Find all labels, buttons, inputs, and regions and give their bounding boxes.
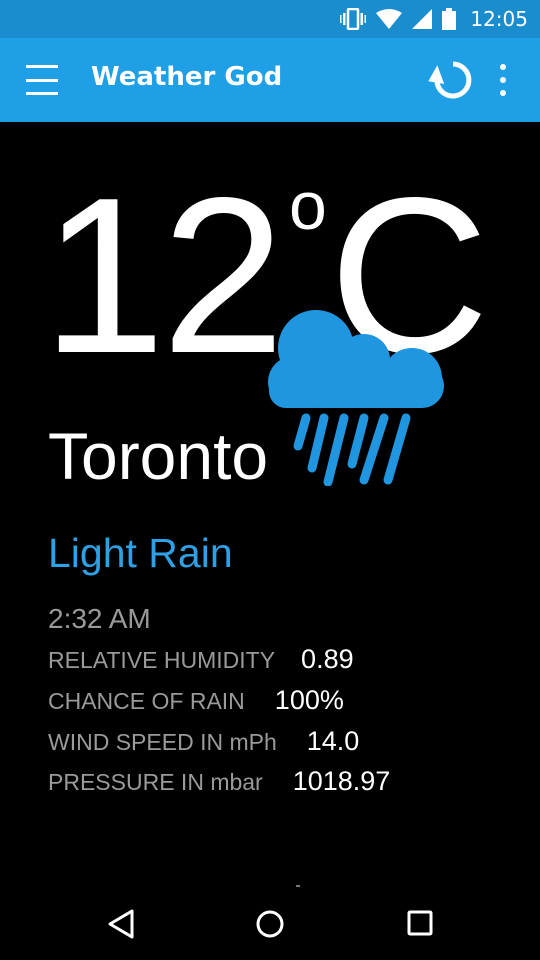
detail-row-humidity: RELATIVE HUMIDITY 0.89 <box>48 644 354 675</box>
nav-bar <box>0 888 540 960</box>
detail-value: 1018.97 <box>292 766 391 796</box>
status-icons: 12:05 <box>340 0 528 38</box>
menu-icon[interactable] <box>26 65 58 95</box>
back-icon[interactable] <box>106 908 136 940</box>
detail-row-pressure: PRESSURE IN mbar 1018.97 <box>48 766 390 797</box>
wifi-icon <box>376 9 403 29</box>
detail-label: CHANCE OF RAIN <box>48 688 245 714</box>
detail-label: PRESSURE IN mbar <box>48 769 263 795</box>
status-bar: 12:05 <box>0 0 540 38</box>
home-icon[interactable] <box>255 909 285 939</box>
temperature-value: 12 <box>42 152 285 400</box>
recents-icon[interactable] <box>407 910 433 936</box>
scroll-indicator <box>296 885 300 887</box>
detail-row-wind-speed: WIND SPEED IN mPh 14.0 <box>48 726 359 757</box>
detail-value: 14.0 <box>306 726 360 756</box>
refresh-icon[interactable] <box>425 56 475 104</box>
app-bar: Weather God <box>0 38 540 122</box>
vibrate-icon <box>340 8 367 30</box>
rain-cloud-icon <box>268 310 444 486</box>
cell-signal-icon <box>412 9 433 29</box>
status-time: 12:05 <box>470 7 528 31</box>
observation-time: 2:32 AM <box>48 603 151 634</box>
degree-symbol: o <box>289 168 327 244</box>
detail-value: 0.89 <box>301 644 354 674</box>
detail-value: 100% <box>274 685 344 715</box>
detail-row-chance-of-rain: CHANCE OF RAIN 100% <box>48 685 344 716</box>
detail-label: WIND SPEED IN mPh <box>48 729 277 755</box>
detail-label: RELATIVE HUMIDITY <box>48 647 276 673</box>
city-name: Toronto <box>48 419 269 493</box>
more-vert-icon[interactable] <box>495 64 511 96</box>
battery-icon <box>442 8 457 30</box>
weather-condition: Light Rain <box>48 530 233 576</box>
app-title: Weather God <box>91 62 283 92</box>
